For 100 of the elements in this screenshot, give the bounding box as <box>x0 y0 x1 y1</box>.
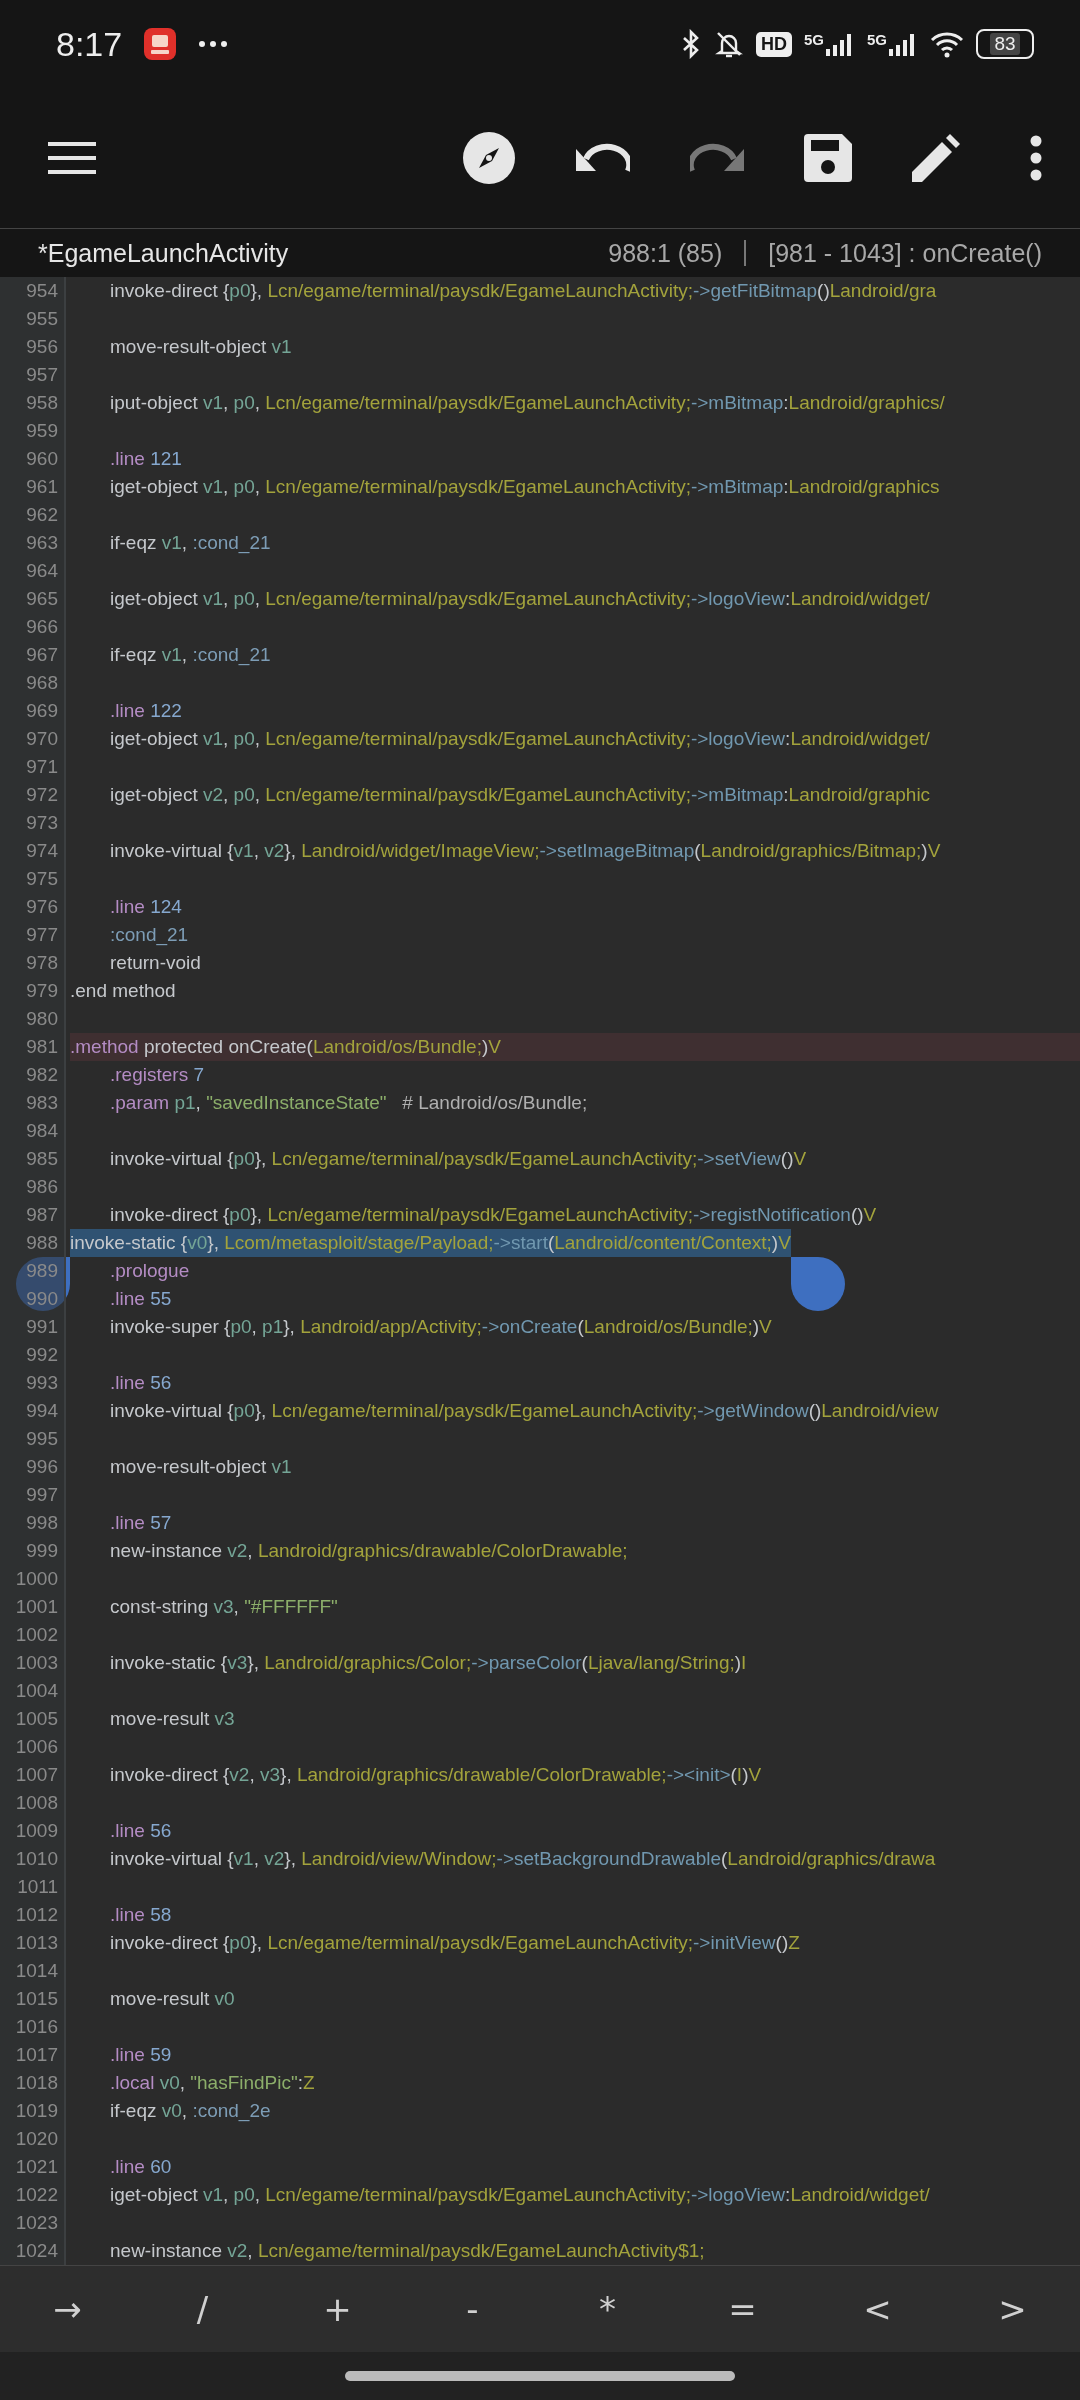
code-line: new-instance v2, Landroid/graphics/drawable/ColorDrawable; <box>109 1539 628 1563</box>
line-number: 990 <box>0 1285 66 1313</box>
line-number: 1006 <box>0 1733 66 1761</box>
line-number: 967 <box>0 641 66 669</box>
line-number: 1021 <box>0 2153 66 2181</box>
line-number: 1000 <box>0 1565 66 1593</box>
code-line: .line 59 <box>109 2043 172 2067</box>
line-number: 968 <box>0 669 66 697</box>
symbol-key[interactable]: = <box>675 2266 810 2352</box>
code-line: .line 122 <box>109 699 182 723</box>
symbol-key[interactable]: > <box>945 2266 1080 2352</box>
line-number: 976 <box>0 893 66 921</box>
wifi-icon <box>930 30 964 58</box>
network-label: 5G <box>867 31 887 48</box>
code-line: .line 56 <box>109 1371 172 1395</box>
line-number: 1009 <box>0 1817 66 1845</box>
line-number: 960 <box>0 445 66 473</box>
code-line: invoke-direct {p0}, Lcn/egame/terminal/paysdk/EgameLaunchActivity;->registNotification()V <box>109 1203 877 1227</box>
code-line: invoke-direct {v2, v3}, Landroid/graphics/drawable/ColorDrawable;-><init>(I)V <box>109 1763 762 1787</box>
code-line: move-result-object v1 <box>109 1455 292 1479</box>
file-title: *EgameLaunchActivity <box>38 238 289 268</box>
code-line: return-void <box>109 951 201 975</box>
line-number: 975 <box>0 865 66 893</box>
code-line: :cond_21 <box>109 923 189 948</box>
line-number: 1011 <box>0 1873 66 1901</box>
line-number: 994 <box>0 1397 66 1425</box>
line-number: 1016 <box>0 2013 66 2041</box>
code-line: .line 60 <box>109 2155 172 2179</box>
bell-off-icon <box>713 29 744 59</box>
code-line: new-instance v2, Lcn/egame/terminal/paysdk/EgameLaunchActivity$1; <box>109 2239 705 2263</box>
code-line: const-string v3, "#FFFFFF" <box>109 1595 338 1619</box>
selection-handle[interactable] <box>790 1257 845 1311</box>
line-number: 965 <box>0 585 66 613</box>
symbol-key[interactable]: < <box>810 2266 945 2352</box>
selection-handle[interactable] <box>16 1257 70 1311</box>
pencil-icon[interactable] <box>912 134 960 182</box>
line-number: 974 <box>0 837 66 865</box>
line-number: 1018 <box>0 2069 66 2097</box>
battery-indicator: 83 <box>976 29 1034 59</box>
line-number: 958 <box>0 389 66 417</box>
line-number: 957 <box>0 361 66 389</box>
save-icon[interactable] <box>804 134 852 182</box>
undo-icon[interactable] <box>576 141 630 175</box>
line-number: 993 <box>0 1369 66 1397</box>
line-number: 983 <box>0 1089 66 1117</box>
line-number: 973 <box>0 809 66 837</box>
line-number: 996 <box>0 1453 66 1481</box>
code-line: .line 55 <box>109 1287 172 1311</box>
more-icon[interactable] <box>1030 135 1042 181</box>
line-number: 1003 <box>0 1649 66 1677</box>
line-number: 997 <box>0 1481 66 1509</box>
symbol-key[interactable]: - <box>405 2266 540 2352</box>
code-line: .registers 7 <box>109 1063 204 1087</box>
line-number: 1007 <box>0 1761 66 1789</box>
code-line: iget-object v1, p0, Lcn/egame/terminal/paysdk/EgameLaunchActivity;->mBitmap:Landroid/graphics <box>109 475 940 499</box>
code-line: invoke-direct {p0}, Lcn/egame/terminal/paysdk/EgameLaunchActivity;->getFitBitmap()Landroid/gra <box>109 279 937 303</box>
symbol-key[interactable]: + <box>270 2266 405 2352</box>
line-number: 1010 <box>0 1845 66 1873</box>
code-line: if-eqz v0, :cond_2e <box>109 2099 271 2124</box>
symbol-key[interactable]: → <box>0 2266 135 2352</box>
network-label: 5G <box>803 31 824 48</box>
code-line: invoke-super {p0, p1}, Landroid/app/Activity;->onCreate(Landroid/os/Bundle;)V <box>109 1315 772 1339</box>
line-number: 959 <box>0 417 66 445</box>
line-number: 987 <box>0 1201 66 1229</box>
code-line: .line 58 <box>109 1903 172 1927</box>
hd-badge: HD <box>755 31 792 57</box>
code-line: .line 121 <box>109 447 182 471</box>
line-number: 977 <box>0 921 66 949</box>
line-number: 999 <box>0 1537 66 1565</box>
menu-icon[interactable] <box>48 140 96 176</box>
code-line: .local v0, "hasFindPic":Z <box>109 2071 315 2095</box>
line-number: 1015 <box>0 1985 66 2013</box>
line-number: 998 <box>0 1509 66 1537</box>
line-number: 964 <box>0 557 66 585</box>
code-line: iget-object v1, p0, Lcn/egame/terminal/paysdk/EgameLaunchActivity;->logoView:Landroid/widget/ <box>109 587 930 611</box>
code-line: iput-object v1, p0, Lcn/egame/terminal/paysdk/EgameLaunchActivity;->mBitmap:Landroid/graphics/ <box>109 391 945 415</box>
code-line: .prologue <box>109 1259 190 1283</box>
line-number: 1023 <box>0 2209 66 2237</box>
line-number: 1022 <box>0 2181 66 2209</box>
symbol-key[interactable]: * <box>540 2266 675 2352</box>
code-line: move-result v0 <box>109 1987 235 2011</box>
line-number: 1014 <box>0 1957 66 1985</box>
code-line: invoke-virtual {v1, v2}, Landroid/view/Window;->setBackgroundDrawable(Landroid/graphics/drawa <box>109 1847 936 1871</box>
code-line: .line 124 <box>109 895 182 919</box>
line-number: 1008 <box>0 1789 66 1817</box>
line-number: 955 <box>0 305 66 333</box>
line-number: 1020 <box>0 2125 66 2153</box>
line-number: 1019 <box>0 2097 66 2125</box>
code-line: invoke-virtual {p0}, Lcn/egame/terminal/paysdk/EgameLaunchActivity;->setView()V <box>109 1147 807 1171</box>
line-number: 956 <box>0 333 66 361</box>
method-range: [981 - 1043] : onCreate() <box>768 238 1042 268</box>
code-line: .param p1, "savedInstanceState" # Landroid/os/Bundle; <box>109 1091 588 1115</box>
line-number: 1024 <box>0 2237 66 2265</box>
symbol-key[interactable]: / <box>135 2266 270 2352</box>
line-number: 1017 <box>0 2041 66 2069</box>
code-line: .line 56 <box>109 1819 172 1843</box>
code-line: iget-object v1, p0, Lcn/egame/terminal/paysdk/EgameLaunchActivity;->logoView:Landroid/widget/ <box>109 2183 930 2207</box>
line-number: 963 <box>0 529 66 557</box>
compass-icon[interactable] <box>462 131 516 185</box>
line-number: 984 <box>0 1117 66 1145</box>
